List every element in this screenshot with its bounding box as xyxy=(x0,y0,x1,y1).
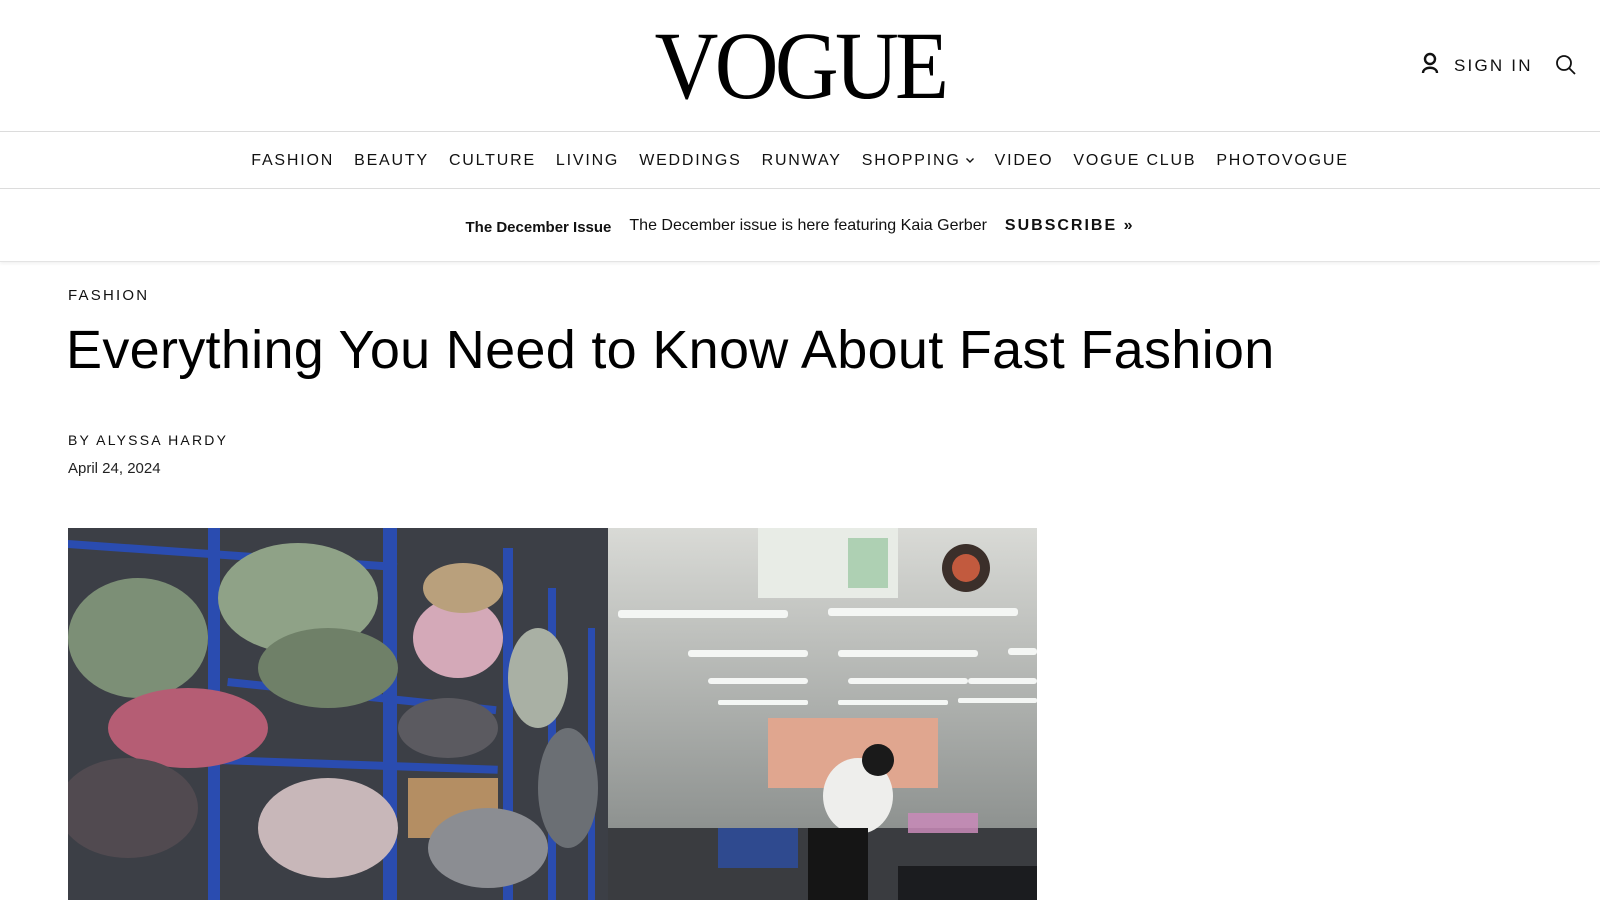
nav-item-vogue-club[interactable]: VOGUE CLUB xyxy=(1063,152,1206,170)
nav-item-beauty[interactable]: BEAUTY xyxy=(344,152,439,170)
chevron-down-icon xyxy=(961,152,975,170)
nav-item-label: BEAUTY xyxy=(354,151,429,169)
sign-in-label: SIGN IN xyxy=(1454,55,1533,75)
subscribe-link[interactable]: SUBSCRIBE » xyxy=(1005,217,1135,235)
nav-item-culture[interactable]: CULTURE xyxy=(439,152,546,170)
promo-text: The December issue is here featuring Kai… xyxy=(629,216,987,234)
nav-item-fashion[interactable]: FASHION xyxy=(241,152,344,170)
nav-item-living[interactable]: LIVING xyxy=(546,152,629,170)
nav-item-weddings[interactable]: WEDDINGS xyxy=(629,152,751,170)
article-rubric[interactable]: FASHION xyxy=(68,287,149,304)
sign-in-button[interactable]: SIGN IN xyxy=(1420,52,1533,79)
nav-item-label: LIVING xyxy=(555,151,620,169)
promo-issue-label: The December Issue xyxy=(465,218,612,236)
nav-item-label: FASHION xyxy=(251,151,335,169)
nav-item-runway[interactable]: RUNWAY xyxy=(752,152,852,170)
publish-date: April 24, 2024 xyxy=(68,460,161,477)
nav-item-label: RUNWAY xyxy=(761,151,842,169)
user-icon xyxy=(1420,52,1440,79)
primary-nav: FASHION BEAUTY CULTURE LIVING WEDDINGS R… xyxy=(0,133,1600,189)
vogue-logo[interactable]: VOGUE xyxy=(64,18,1536,114)
search-button[interactable] xyxy=(1555,54,1579,78)
nav-item-label: VOGUE CLUB xyxy=(1073,151,1197,169)
author-link[interactable]: ALYSSA HARDY xyxy=(96,432,228,448)
hero-image xyxy=(68,528,1037,900)
site-header: VOGUE SIGN IN xyxy=(0,0,1600,132)
article-byline: BY ALYSSA HARDY xyxy=(68,432,228,448)
nav-item-label: WEDDINGS xyxy=(639,151,742,169)
byline-prefix: BY xyxy=(68,432,91,448)
nav-item-video[interactable]: VIDEO xyxy=(985,152,1064,170)
nav-item-label: CULTURE xyxy=(448,151,536,169)
search-icon xyxy=(1555,55,1577,80)
nav-item-label: SHOPPING xyxy=(861,151,961,169)
nav-item-photovogue[interactable]: PHOTOVOGUE xyxy=(1206,152,1358,170)
nav-item-label: PHOTOVOGUE xyxy=(1216,151,1349,169)
promo-banner: The December Issue The December issue is… xyxy=(0,190,1600,262)
nav-item-label: VIDEO xyxy=(994,151,1054,169)
article-headline: Everything You Need to Know About Fast F… xyxy=(66,320,1275,380)
nav-item-shopping[interactable]: SHOPPING xyxy=(852,152,985,170)
